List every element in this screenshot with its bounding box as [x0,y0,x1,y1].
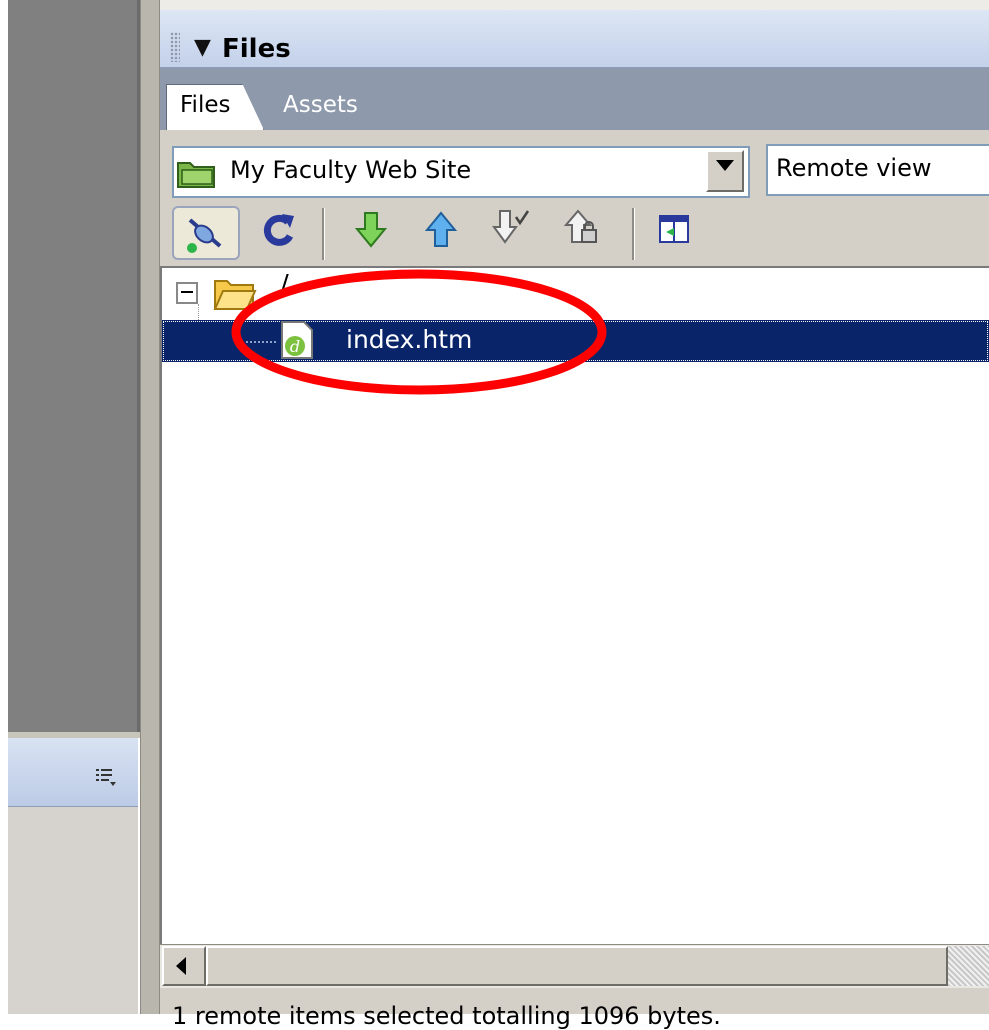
site-select-value: My Faculty Web Site [230,156,472,184]
view-select-value: Remote view [776,154,932,182]
chevron-left-icon [176,957,186,975]
panel-title: Files [222,34,291,64]
tab-assets[interactable]: Assets [283,92,358,118]
collapse-node-button[interactable] [176,282,198,304]
connect-icon [187,218,222,253]
scroll-thumb[interactable] [206,946,948,986]
minus-icon [181,291,193,293]
chevron-down-icon [716,160,734,171]
check-in-icon[interactable] [564,208,602,248]
tab-files-label[interactable]: Files [180,92,230,118]
get-icon[interactable] [352,210,390,250]
expand-icon[interactable] [656,210,694,250]
toolbar-separator [322,208,325,260]
check-out-icon[interactable] [492,208,530,248]
toolbar-separator [632,208,635,260]
left-panel-body [8,807,138,1014]
annotation-ellipse [231,269,607,395]
triangle-down-icon[interactable]: ▼ [194,37,211,59]
files-panel-header[interactable]: ▼ Files [160,10,989,68]
connect-button[interactable] [172,206,240,260]
left-dock-area [8,0,138,732]
scroll-track[interactable] [948,946,989,986]
site-folder-icon [177,162,215,188]
put-icon[interactable] [422,210,460,250]
status-text: 1 remote items selected totalling 1096 b… [172,1002,721,1030]
options-menu-icon[interactable] [94,766,118,788]
gripper-handle[interactable] [170,32,180,62]
panel-splitter[interactable] [140,0,160,1014]
refresh-icon[interactable] [260,210,298,250]
site-dropdown-button[interactable] [706,150,744,192]
left-panel-header [8,738,138,807]
